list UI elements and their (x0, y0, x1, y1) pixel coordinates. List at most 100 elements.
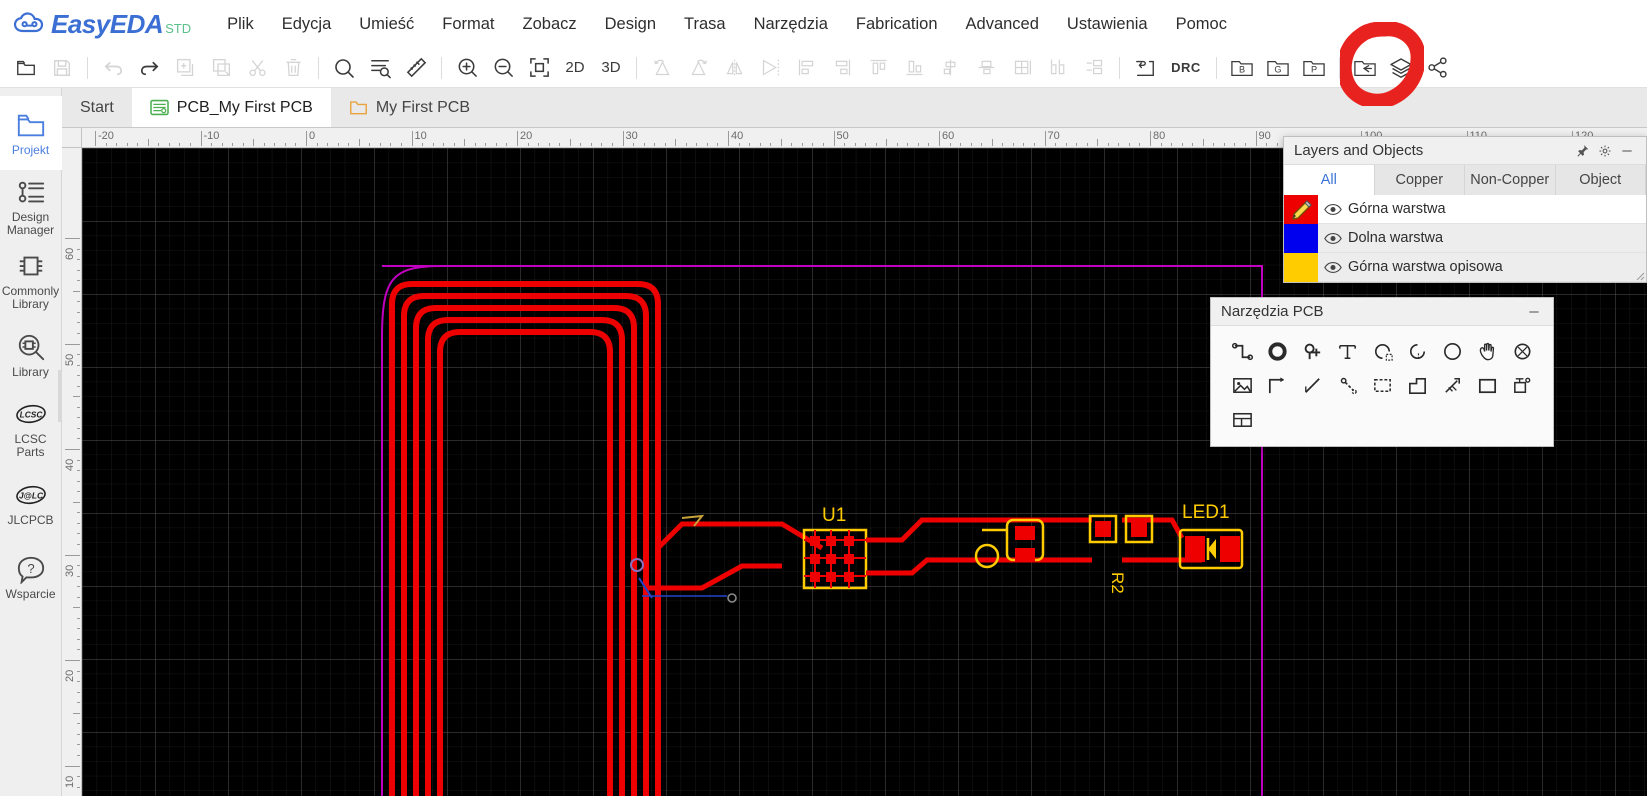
text-tool[interactable] (1330, 334, 1364, 368)
paste-button[interactable] (203, 52, 239, 84)
vertical-ruler[interactable]: 60 50 40 30 20 10 (62, 148, 82, 796)
circle-tool[interactable] (1435, 334, 1469, 368)
panelize-tool[interactable] (1505, 368, 1539, 402)
board-outline-tool[interactable] (1225, 402, 1259, 436)
bom-folder-button[interactable]: B (1224, 52, 1260, 84)
flip-vertical-button[interactable] (752, 52, 788, 84)
fit-to-screen-button[interactable] (521, 52, 557, 84)
image-tool[interactable] (1225, 368, 1259, 402)
pad-tool[interactable] (1295, 334, 1329, 368)
gear-icon[interactable] (1594, 140, 1616, 162)
arc-tool[interactable] (1365, 334, 1399, 368)
sidebar-item-jlcpcb[interactable]: J@LC JLCPCB (0, 466, 62, 540)
rotate-cw-button[interactable] (680, 52, 716, 84)
app-logo[interactable]: EasyEDA STD (0, 9, 191, 40)
layers-and-objects-panel[interactable]: Layers and Objects All Copper Non-Copper Ob (1283, 136, 1647, 283)
layer-tab-copper[interactable]: Copper (1375, 165, 1465, 195)
pcb-tools-panel[interactable]: Narzędzia PCB (1210, 297, 1554, 447)
undo-button[interactable] (95, 52, 131, 84)
layer-row[interactable]: Dolna warstwa (1284, 223, 1646, 253)
menu-item-pomoc[interactable]: Pomoc (1162, 9, 1241, 40)
copy-button[interactable] (167, 52, 203, 84)
pcb-tools-header[interactable]: Narzędzia PCB (1211, 298, 1553, 326)
open-button[interactable] (8, 52, 44, 84)
menu-item-zobacz[interactable]: Zobacz (509, 9, 591, 40)
line-tool[interactable] (1295, 368, 1329, 402)
layer-tab-all[interactable]: All (1284, 165, 1375, 195)
menu-item-trasa[interactable]: Trasa (670, 9, 740, 40)
measure-button[interactable] (398, 52, 434, 84)
layer-tab-object[interactable]: Object (1556, 165, 1646, 195)
tab-start[interactable]: Start (62, 88, 132, 127)
layer-row[interactable]: Górna warstwa (1284, 194, 1646, 224)
sidebar-item-library[interactable]: Library (0, 318, 62, 392)
rotate-ccw-button[interactable] (644, 52, 680, 84)
align-right-button[interactable] (824, 52, 860, 84)
sidebar-item-lcsc-parts[interactable]: LCSC LCSC Parts (0, 392, 62, 466)
zoom-out-button[interactable] (485, 52, 521, 84)
menu-item-edycja[interactable]: Edycja (268, 9, 346, 40)
layer-visibility-eye-icon[interactable] (1318, 232, 1348, 245)
view-2d-button[interactable]: 2D (557, 52, 593, 84)
distribute-grid-button[interactable] (1004, 52, 1040, 84)
layers-panel-header[interactable]: Layers and Objects (1284, 137, 1646, 165)
hole-tool[interactable] (1505, 334, 1539, 368)
via-tool[interactable] (1260, 334, 1294, 368)
distribute-v-button[interactable] (1076, 52, 1112, 84)
dashed-rect-tool[interactable] (1365, 368, 1399, 402)
tab-pcb-my-first-pcb[interactable]: PCB_My First PCB (131, 88, 331, 127)
tab-my-first-pcb[interactable]: My First PCB (330, 88, 489, 127)
polyline-tool[interactable] (1260, 368, 1294, 402)
panel-resize-handle[interactable] (1633, 269, 1645, 281)
align-bottom-button[interactable] (896, 52, 932, 84)
view-3d-button[interactable]: 3D (593, 52, 629, 84)
menu-item-format[interactable]: Format (428, 9, 508, 40)
pin-icon[interactable] (1572, 140, 1594, 162)
drc-button[interactable]: DRC (1163, 52, 1209, 84)
sidebar-item-projekt[interactable]: Projekt (0, 96, 62, 170)
layer-tab-non-copper[interactable]: Non-Copper (1465, 165, 1556, 195)
delete-button[interactable] (275, 52, 311, 84)
menu-item-fabrication[interactable]: Fabrication (842, 9, 952, 40)
flip-horizontal-button[interactable] (716, 52, 752, 84)
dimension-tool[interactable] (1435, 368, 1469, 402)
layer-visibility-eye-icon[interactable] (1318, 203, 1348, 216)
menu-item-ustawienia[interactable]: Ustawienia (1053, 9, 1162, 40)
rect-tool[interactable] (1470, 368, 1504, 402)
layer-row[interactable]: Górna warstwa opisowa (1284, 252, 1646, 282)
pickplace-folder-button[interactable]: P (1296, 52, 1332, 84)
align-top-button[interactable] (860, 52, 896, 84)
sidebar-item-commonly-library[interactable]: Commonly Library (0, 244, 62, 318)
layer-color-swatch[interactable] (1284, 252, 1318, 282)
drag-tool[interactable] (1470, 334, 1504, 368)
menu-item-advanced[interactable]: Advanced (952, 9, 1053, 40)
track-tool[interactable] (1225, 334, 1259, 368)
save-button[interactable] (44, 52, 80, 84)
menu-item-narzdzia[interactable]: Narzędzia (740, 9, 842, 40)
share-button[interactable] (1419, 52, 1455, 84)
zoom-in-button[interactable] (449, 52, 485, 84)
distribute-h-button[interactable] (1040, 52, 1076, 84)
layer-color-swatch[interactable] (1284, 223, 1318, 253)
align-center-v-button[interactable] (968, 52, 1004, 84)
cut-button[interactable] (239, 52, 275, 84)
find-similar-button[interactable] (362, 52, 398, 84)
layer-visibility-eye-icon[interactable] (1318, 261, 1348, 274)
sidebar-item-wsparcie[interactable]: ? Wsparcie (0, 540, 62, 614)
layer-color-swatch[interactable] (1284, 194, 1318, 224)
protractor-tool[interactable] (1330, 368, 1364, 402)
minimize-icon[interactable] (1616, 140, 1638, 162)
search-button[interactable] (326, 52, 362, 84)
align-left-button[interactable] (788, 52, 824, 84)
menu-item-umie[interactable]: Umieść (345, 9, 428, 40)
align-center-h-button[interactable] (932, 52, 968, 84)
minimize-icon[interactable] (1523, 301, 1545, 323)
sidebar-item-design-manager[interactable]: Design Manager (0, 170, 62, 244)
gerber-folder-button[interactable]: G (1260, 52, 1296, 84)
auto-route-button[interactable] (1127, 52, 1163, 84)
redo-button[interactable] (131, 52, 167, 84)
import-button[interactable] (1347, 52, 1383, 84)
menu-item-design[interactable]: Design (591, 9, 670, 40)
copper-area-tool[interactable] (1400, 368, 1434, 402)
layers-button[interactable] (1383, 52, 1419, 84)
